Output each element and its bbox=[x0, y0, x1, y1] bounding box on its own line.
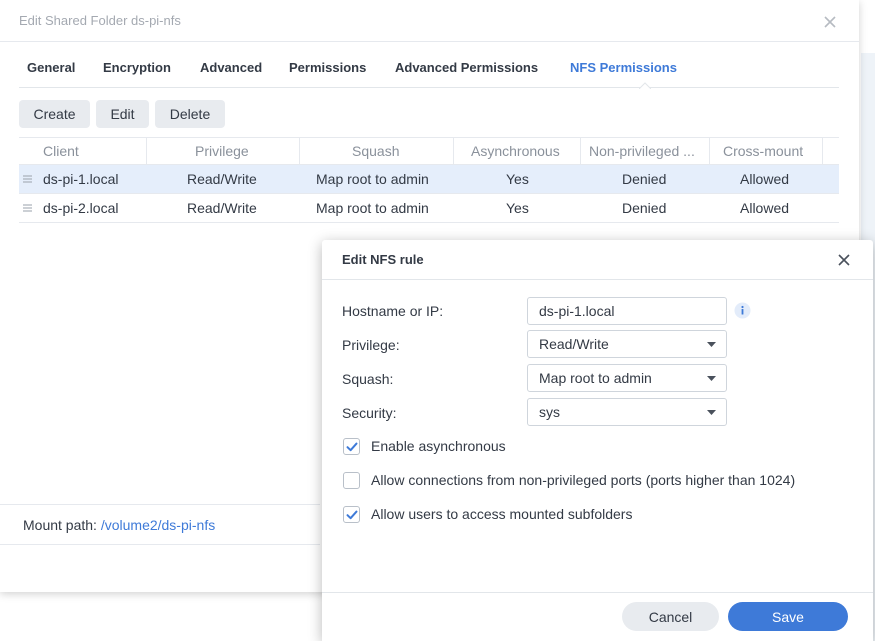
cell-squash: Map root to admin bbox=[316, 171, 429, 187]
checkmark-icon bbox=[346, 442, 358, 452]
enable-asynchronous-label[interactable]: Enable asynchronous bbox=[371, 438, 506, 454]
dialog-title: Edit Shared Folder ds-pi-nfs bbox=[19, 13, 181, 28]
column-divider[interactable] bbox=[453, 138, 454, 165]
hostname-label: Hostname or IP: bbox=[342, 303, 444, 319]
cell-non-privileged: Denied bbox=[622, 171, 667, 187]
mount-path-link[interactable]: /volume2/ds-pi-nfs bbox=[101, 517, 215, 533]
dialog-header: Edit Shared Folder ds-pi-nfs bbox=[0, 0, 859, 42]
divider bbox=[0, 504, 320, 505]
non-privileged-ports-checkbox[interactable] bbox=[343, 472, 360, 489]
cancel-button[interactable]: Cancel bbox=[622, 602, 719, 631]
squash-label: Squash: bbox=[342, 371, 394, 387]
drag-handle-icon[interactable] bbox=[23, 204, 32, 212]
close-icon[interactable] bbox=[822, 14, 838, 30]
privilege-value: Read/Write bbox=[539, 336, 609, 352]
table-row[interactable]: ds-pi-1.local Read/Write Map root to adm… bbox=[19, 165, 839, 194]
nfs-rules-table: Client Privilege Squash Asynchronous Non… bbox=[19, 137, 839, 223]
column-header-privilege[interactable]: Privilege bbox=[195, 138, 249, 165]
edit-nfs-rule-dialog: Edit NFS rule Hostname or IP: ds-pi-1.lo… bbox=[322, 240, 873, 641]
table-header: Client Privilege Squash Asynchronous Non… bbox=[19, 137, 839, 165]
column-header-squash[interactable]: Squash bbox=[352, 138, 399, 165]
delete-button[interactable]: Delete bbox=[155, 100, 225, 128]
cell-client: ds-pi-1.local bbox=[43, 171, 119, 187]
column-divider[interactable] bbox=[146, 138, 147, 165]
enable-asynchronous-checkbox[interactable] bbox=[343, 438, 360, 455]
chevron-down-icon bbox=[707, 376, 716, 381]
tab-general[interactable]: General bbox=[27, 60, 75, 75]
privilege-select[interactable]: Read/Write bbox=[527, 330, 727, 358]
dialog-title: Edit NFS rule bbox=[342, 252, 424, 267]
active-tab-caret-icon bbox=[639, 82, 651, 89]
create-button[interactable]: Create bbox=[19, 100, 90, 128]
hostname-input[interactable]: ds-pi-1.local bbox=[527, 297, 727, 325]
cell-asynchronous: Yes bbox=[506, 200, 529, 216]
mounted-subfolders-label[interactable]: Allow users to access mounted subfolders bbox=[371, 506, 632, 522]
column-divider[interactable] bbox=[822, 138, 823, 165]
checkmark-icon bbox=[346, 510, 358, 520]
security-label: Security: bbox=[342, 405, 397, 421]
column-divider[interactable] bbox=[709, 138, 710, 165]
dialog-footer: Cancel Save bbox=[322, 592, 873, 641]
tab-advanced[interactable]: Advanced bbox=[200, 60, 262, 75]
cell-cross-mount: Allowed bbox=[740, 171, 790, 187]
column-divider[interactable] bbox=[299, 138, 300, 165]
info-icon[interactable] bbox=[734, 302, 751, 319]
squash-select[interactable]: Map root to admin bbox=[527, 364, 727, 392]
drag-handle-icon[interactable] bbox=[23, 175, 32, 183]
security-select[interactable]: sys bbox=[527, 398, 727, 426]
cell-privilege: Read/Write bbox=[187, 200, 257, 216]
save-button[interactable]: Save bbox=[728, 602, 848, 631]
column-header-non-privileged[interactable]: Non-privileged ... bbox=[589, 138, 703, 165]
column-header-asynchronous[interactable]: Asynchronous bbox=[471, 138, 560, 165]
column-divider[interactable] bbox=[580, 138, 581, 165]
cell-client: ds-pi-2.local bbox=[43, 200, 119, 216]
security-value: sys bbox=[539, 404, 560, 420]
dialog-header: Edit NFS rule bbox=[322, 240, 873, 280]
edit-button[interactable]: Edit bbox=[96, 100, 149, 128]
tab-advanced-permissions[interactable]: Advanced Permissions bbox=[395, 60, 538, 75]
mount-path: Mount path: /volume2/ds-pi-nfs bbox=[23, 517, 215, 533]
close-icon[interactable] bbox=[836, 252, 852, 268]
table-row[interactable]: ds-pi-2.local Read/Write Map root to adm… bbox=[19, 194, 839, 223]
privilege-label: Privilege: bbox=[342, 337, 400, 353]
tab-bar: General Encryption Advanced Permissions … bbox=[19, 42, 839, 89]
divider bbox=[0, 544, 320, 545]
cell-squash: Map root to admin bbox=[316, 200, 429, 216]
chevron-down-icon bbox=[707, 342, 716, 347]
cell-asynchronous: Yes bbox=[506, 171, 529, 187]
squash-value: Map root to admin bbox=[539, 370, 652, 386]
cell-cross-mount: Allowed bbox=[740, 200, 790, 216]
non-privileged-ports-label[interactable]: Allow connections from non-privileged po… bbox=[371, 472, 795, 488]
mount-path-label: Mount path: bbox=[23, 517, 97, 533]
tab-permissions[interactable]: Permissions bbox=[289, 60, 366, 75]
column-header-cross-mount[interactable]: Cross-mount bbox=[723, 138, 803, 165]
cell-privilege: Read/Write bbox=[187, 171, 257, 187]
chevron-down-icon bbox=[707, 410, 716, 415]
column-header-client[interactable]: Client bbox=[43, 138, 79, 165]
tab-encryption[interactable]: Encryption bbox=[103, 60, 171, 75]
mounted-subfolders-checkbox[interactable] bbox=[343, 506, 360, 523]
cell-non-privileged: Denied bbox=[622, 200, 667, 216]
tab-nfs-permissions[interactable]: NFS Permissions bbox=[570, 60, 677, 75]
